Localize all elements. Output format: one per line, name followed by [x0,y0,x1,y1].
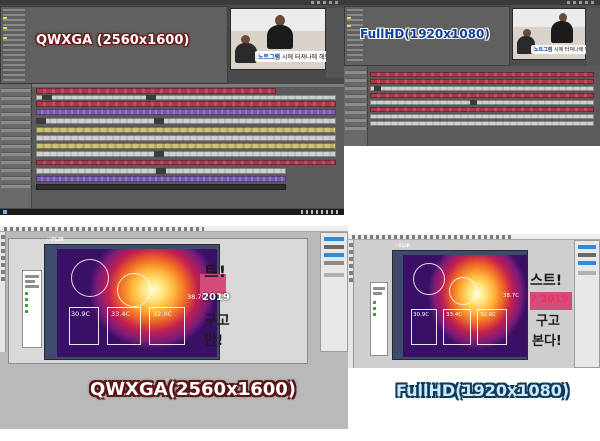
resolution-label: FullHD(1920x1080) [360,27,490,41]
promo-text: 만! [204,333,224,349]
video-clip[interactable] [36,151,336,157]
window-controls[interactable] [567,1,597,4]
tools-panel [348,240,354,368]
time-ruler[interactable] [32,84,344,87]
resolution-label: QWXGA(2560x1600) [90,379,296,400]
resolution-label: QWXGA (2560x1600) [36,33,190,48]
video-clip[interactable] [36,160,336,165]
settings-list [370,282,388,356]
video-clip[interactable] [370,121,594,126]
title-clip[interactable] [36,143,336,149]
temp-reading: 33.4C [446,312,463,318]
promo-text: 2019 [202,292,230,303]
thermal-camera-window: 38.7C 30.9C 33.4C 32.0C ☉FLIR [44,237,220,360]
temp-reading: 32.0C [153,310,173,318]
menu-bar [344,0,600,5]
blank-area [344,146,600,226]
video-clip[interactable] [36,118,336,124]
system-tray[interactable] [301,210,341,214]
windows-logo-icon[interactable] [3,210,7,214]
temp-reading: 32.0C [480,312,497,318]
video-clip[interactable] [370,114,594,119]
flir-logo-icon: ☉FLIR [47,237,64,243]
panel-fullhd-editor: 노트그램 시에 터져나에 해보세요 FullHD(1920x1080) [344,0,600,146]
video-clip[interactable] [370,86,594,91]
promo-text: 트! [204,262,227,281]
timeline [344,66,600,146]
video-clip[interactable] [370,107,594,112]
video-clip[interactable] [36,101,336,107]
track-headers [344,66,368,146]
temp-reading: 33.4C [111,310,131,318]
title-clip[interactable] [36,127,336,133]
thermal-camera-window: 38.7C 30.9C 33.4C 32.0C ☉FLIR [392,244,528,360]
temp-reading: 30.9C [413,312,430,318]
menu-bar [0,0,344,5]
options-bar [0,226,348,232]
file-tree[interactable] [3,9,25,81]
video-preview: 노트그램 시에 터져나에 해보세요 [230,8,344,70]
layers-panel [320,232,348,352]
options-bar [348,234,600,240]
video-clip[interactable] [36,135,336,141]
promo-text: 7 2019 [530,294,569,305]
taskbar [0,209,344,215]
track-headers [0,84,32,208]
panel-qwxga-thermal: 38.7C 30.9C 33.4C 32.0C ☉FLIR 트! 2019 구고… [0,226,348,429]
video-clip[interactable] [370,93,594,98]
promo-text: 구고 [536,314,560,329]
video-clip[interactable] [370,72,594,77]
audio-meter [586,8,600,66]
panel-qwxga-editor: 노트그램 시에 터져나에 해보세요 QWXGA (2560x1600) [0,0,344,215]
audio-clip[interactable] [36,176,286,182]
window-controls[interactable] [311,1,341,4]
promo-text: 스트! [530,273,563,289]
promo-text: 구고 [204,313,230,329]
audio-clip[interactable] [36,184,286,190]
timeline [0,84,344,208]
settings-list [22,270,42,348]
layers-panel [574,240,600,368]
audio-clip[interactable] [36,109,336,115]
panel-fullhd-thermal: 38.7C 30.9C 33.4C 32.0C ☉FLIR 스트! 7 2019… [348,226,600,441]
video-clip[interactable] [370,79,594,84]
video-clip[interactable] [36,88,276,94]
video-clip[interactable] [370,100,594,105]
resolution-label: FullHD(1920x1080) [396,381,570,400]
video-clip[interactable] [36,95,336,100]
promo-text: 본다! [532,334,562,349]
thermal-image: 38.7C 30.9C 33.4C 32.0C [403,255,527,357]
thermal-image: 38.7C 30.9C 33.4C 32.0C [57,249,217,357]
temp-reading: 30.9C [71,310,91,318]
temp-reading: 38.7C [503,293,520,299]
tools-panel [0,232,6,352]
audio-meter [326,8,344,78]
video-preview: 노트그램 시에 터져나에 해보세요 [512,8,600,60]
flir-logo-icon: ☉FLIR [395,244,411,249]
